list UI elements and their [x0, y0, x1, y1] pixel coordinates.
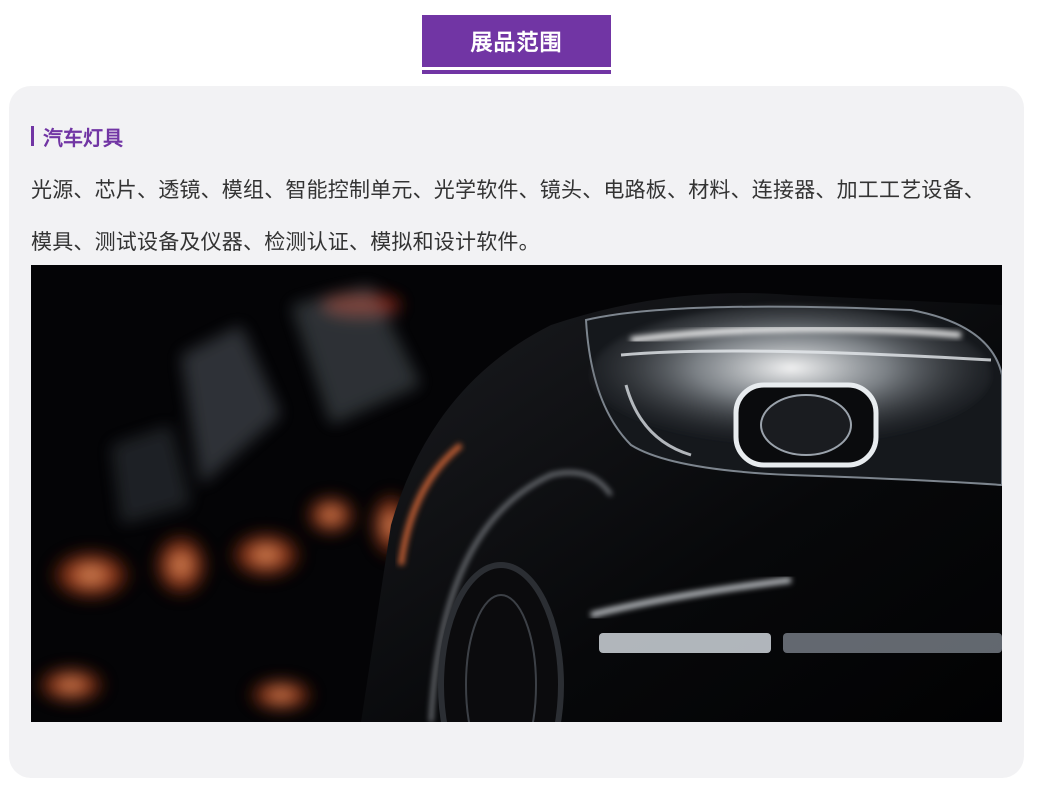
section-description: 光源、芯片、透镜、模组、智能控制单元、光学软件、镜头、电路板、材料、连接器、加工… [31, 178, 985, 254]
section-heading-label: 汽车灯具 [43, 125, 123, 150]
header-badge: 展品范围 [422, 15, 611, 67]
section-heading: 汽车灯具 [31, 120, 123, 152]
header-title: 展品范围 [470, 31, 563, 56]
section-header: 展品范围 [422, 15, 611, 74]
heading-bar-icon [31, 126, 34, 146]
header-underline [422, 70, 611, 74]
car-headlight-photo [31, 265, 1002, 722]
car-headlight-illustration [31, 265, 1002, 722]
drl-strip [599, 633, 1002, 653]
